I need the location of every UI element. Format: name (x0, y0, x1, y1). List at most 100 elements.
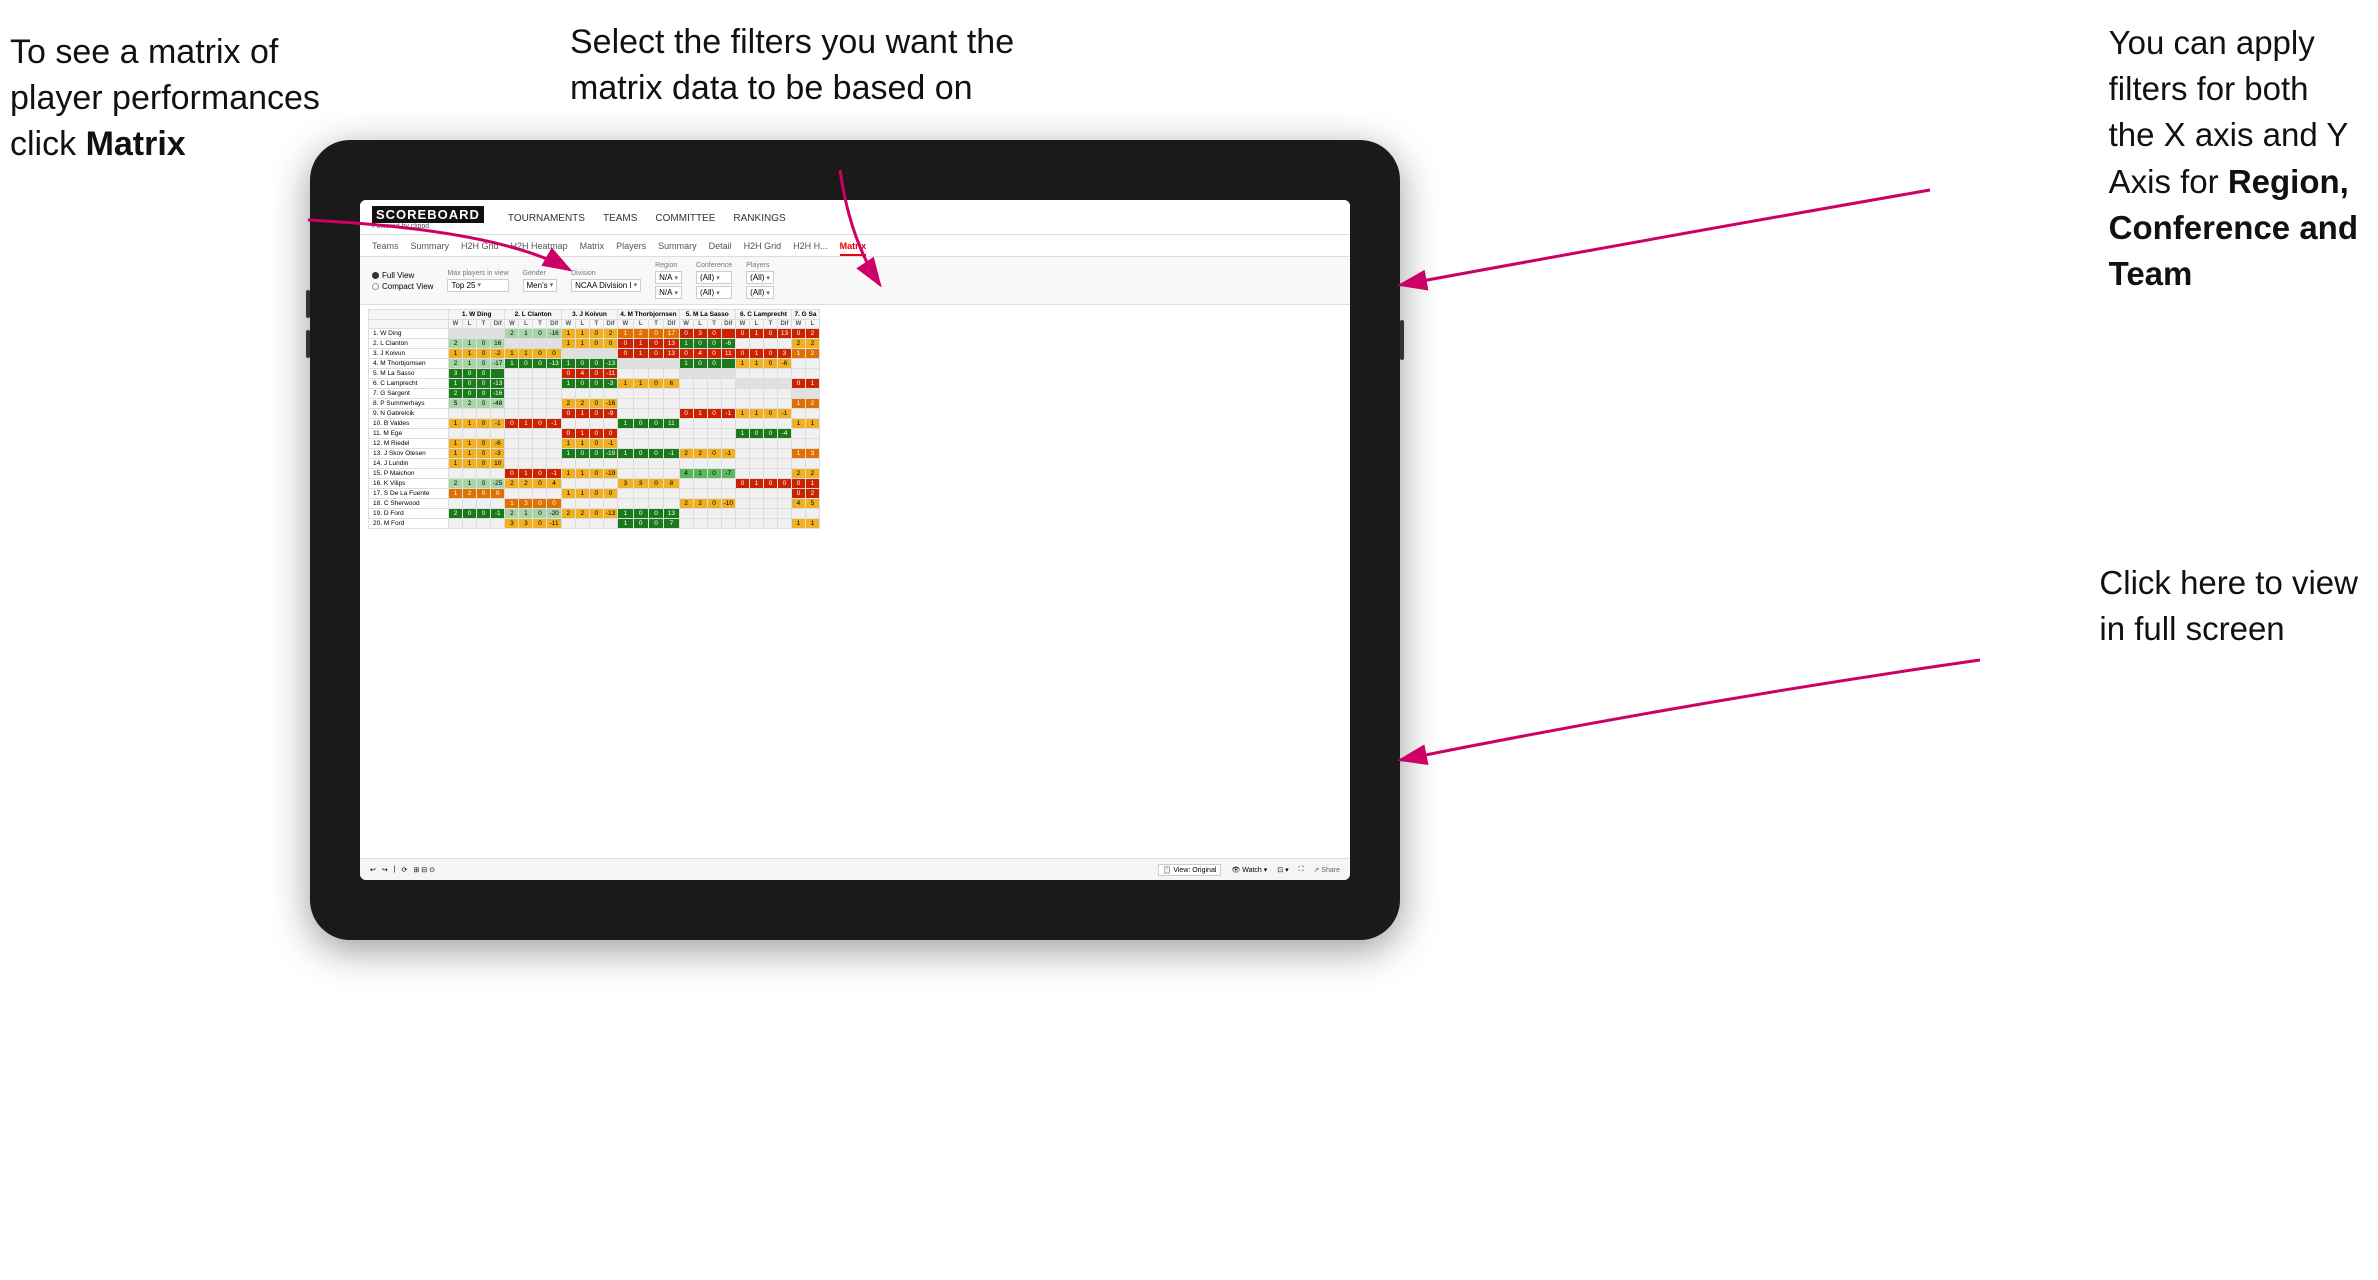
cell-7-5-2 (763, 399, 777, 409)
cell-3-5-0: 1 (735, 359, 749, 369)
tab-h2h-grid[interactable]: H2H Grid (461, 239, 499, 256)
cell-17-2-2 (589, 499, 603, 509)
cell-13-3-0 (618, 459, 633, 469)
cell-6-0-1: 0 (463, 389, 477, 399)
cell-3-5-3: -6 (777, 359, 791, 369)
players-filter: Players (All) (All) (746, 262, 774, 299)
watch-button[interactable]: 👁 Watch ▾ (1231, 866, 1267, 874)
tab-summary[interactable]: Summary (411, 239, 450, 256)
matrix-container[interactable]: 1. W Ding 2. L Clanton 3. J Koivun 4. M … (360, 305, 1350, 533)
cell-7-1-0 (505, 399, 519, 409)
conference-select-bottom[interactable]: (All) (696, 286, 732, 299)
max-players-filter: Max players in view Top 25 (447, 270, 508, 292)
view-options: Full View Compact View (372, 271, 433, 291)
cell-10-5-0: 1 (735, 429, 749, 439)
screen-button[interactable]: ⊡ ▾ (1277, 866, 1288, 874)
col-header-1: 1. W Ding (449, 310, 505, 320)
region-select-bottom[interactable]: N/A (655, 286, 682, 299)
col-header-7: 7. G Sa (791, 310, 819, 320)
scoreboard-logo: SCOREBOARD Powered by clippd (372, 206, 484, 230)
tab-h2h-h[interactable]: H2H H... (793, 239, 828, 256)
cell-6-2-1 (575, 389, 589, 399)
cell-15-0-0: 2 (449, 479, 463, 489)
full-view-option[interactable]: Full View (372, 271, 433, 280)
undo-icon[interactable]: ↩ (370, 866, 376, 874)
fullscreen-button[interactable]: ⛶ (1299, 866, 1304, 874)
tab-players[interactable]: Players (616, 239, 646, 256)
cell-6-5-1 (749, 389, 763, 399)
region-select-top[interactable]: N/A (655, 271, 682, 284)
tab-detail[interactable]: Detail (709, 239, 732, 256)
nav-rankings[interactable]: RANKINGS (733, 211, 785, 226)
compact-view-option[interactable]: Compact View (372, 282, 433, 291)
cell-0-5-1: 1 (749, 329, 763, 339)
view-original-button[interactable]: 📋 View: Original (1158, 864, 1222, 876)
cell-19-4-0 (679, 519, 693, 529)
cell-3-4-3 (721, 359, 735, 369)
full-view-radio[interactable] (372, 272, 379, 279)
tab-teams[interactable]: Teams (372, 239, 399, 256)
cell-18-5-2 (763, 509, 777, 519)
redo-icon[interactable]: ↪ (382, 866, 388, 874)
cell-15-3-2: 0 (648, 479, 663, 489)
cell-5-6-1: 1 (805, 379, 819, 389)
cell-10-3-1 (633, 429, 648, 439)
tab-h2h-grid2[interactable]: H2H Grid (744, 239, 782, 256)
cell-19-5-1 (749, 519, 763, 529)
cell-16-6-1: 2 (805, 489, 819, 499)
cell-16-0-1: 2 (463, 489, 477, 499)
max-players-select[interactable]: Top 25 (447, 279, 508, 292)
cell-15-4-1 (693, 479, 707, 489)
tab-matrix-active[interactable]: Matrix (840, 239, 867, 256)
gender-select[interactable]: Men's (523, 279, 558, 292)
cell-9-3-1: 0 (633, 419, 648, 429)
cell-2-6-0: 1 (791, 349, 805, 359)
share-button[interactable]: ↗ Share (1314, 866, 1341, 874)
cell-19-0-0 (449, 519, 463, 529)
cell-10-1-2 (533, 429, 547, 439)
cell-15-6-0: 0 (791, 479, 805, 489)
cell-5-5-1 (749, 379, 763, 389)
compact-view-radio[interactable] (372, 283, 379, 290)
toolbar-center: 📋 View: Original 👁 Watch ▾ ⊡ ▾ ⛶ ↗ Share (1158, 864, 1340, 876)
table-row: 3. J Koivun110-211000101304011010312 (369, 349, 820, 359)
cell-1-1-2 (533, 339, 547, 349)
cell-19-5-2 (763, 519, 777, 529)
players-select-bottom[interactable]: (All) (746, 286, 774, 299)
nav-tournaments[interactable]: TOURNAMENTS (508, 211, 585, 226)
row-label-9: 10. B Valdes (369, 419, 449, 429)
cell-6-3-3 (664, 389, 679, 399)
refresh-icon[interactable]: ⟳ (402, 866, 408, 874)
division-select[interactable]: NCAA Division I (571, 279, 641, 292)
cell-4-6-0 (791, 369, 805, 379)
cell-13-4-1 (693, 459, 707, 469)
cell-7-3-2 (648, 399, 663, 409)
row-label-19: 20. M Ford (369, 519, 449, 529)
cell-3-2-2: 0 (589, 359, 603, 369)
cell-10-0-0 (449, 429, 463, 439)
cell-5-5-3 (777, 379, 791, 389)
cell-4-3-2 (648, 369, 663, 379)
cell-10-5-1: 0 (749, 429, 763, 439)
cell-7-5-3 (777, 399, 791, 409)
tab-h2h-heatmap[interactable]: H2H Heatmap (511, 239, 568, 256)
table-row: 15. P Maichon010-1110-19410-722 (369, 469, 820, 479)
cell-4-4-1 (693, 369, 707, 379)
cell-19-2-2 (589, 519, 603, 529)
tab-summary2[interactable]: Summary (658, 239, 697, 256)
cell-18-0-3: -1 (491, 509, 505, 519)
tab-matrix[interactable]: Matrix (580, 239, 605, 256)
conference-select-top[interactable]: (All) (696, 271, 732, 284)
cell-5-5-0 (735, 379, 749, 389)
cell-8-3-3 (664, 409, 679, 419)
cell-6-3-0 (618, 389, 633, 399)
cell-18-3-1: 0 (633, 509, 648, 519)
table-row: 7. G Sargent200-16 (369, 389, 820, 399)
nav-teams[interactable]: TEAMS (603, 211, 637, 226)
cell-0-2-2: 0 (589, 329, 603, 339)
sh-l3: L (575, 320, 589, 329)
cell-2-2-1 (575, 349, 589, 359)
cell-3-2-3: -13 (603, 359, 617, 369)
players-select-top[interactable]: (All) (746, 271, 774, 284)
nav-committee[interactable]: COMMITTEE (655, 211, 715, 226)
